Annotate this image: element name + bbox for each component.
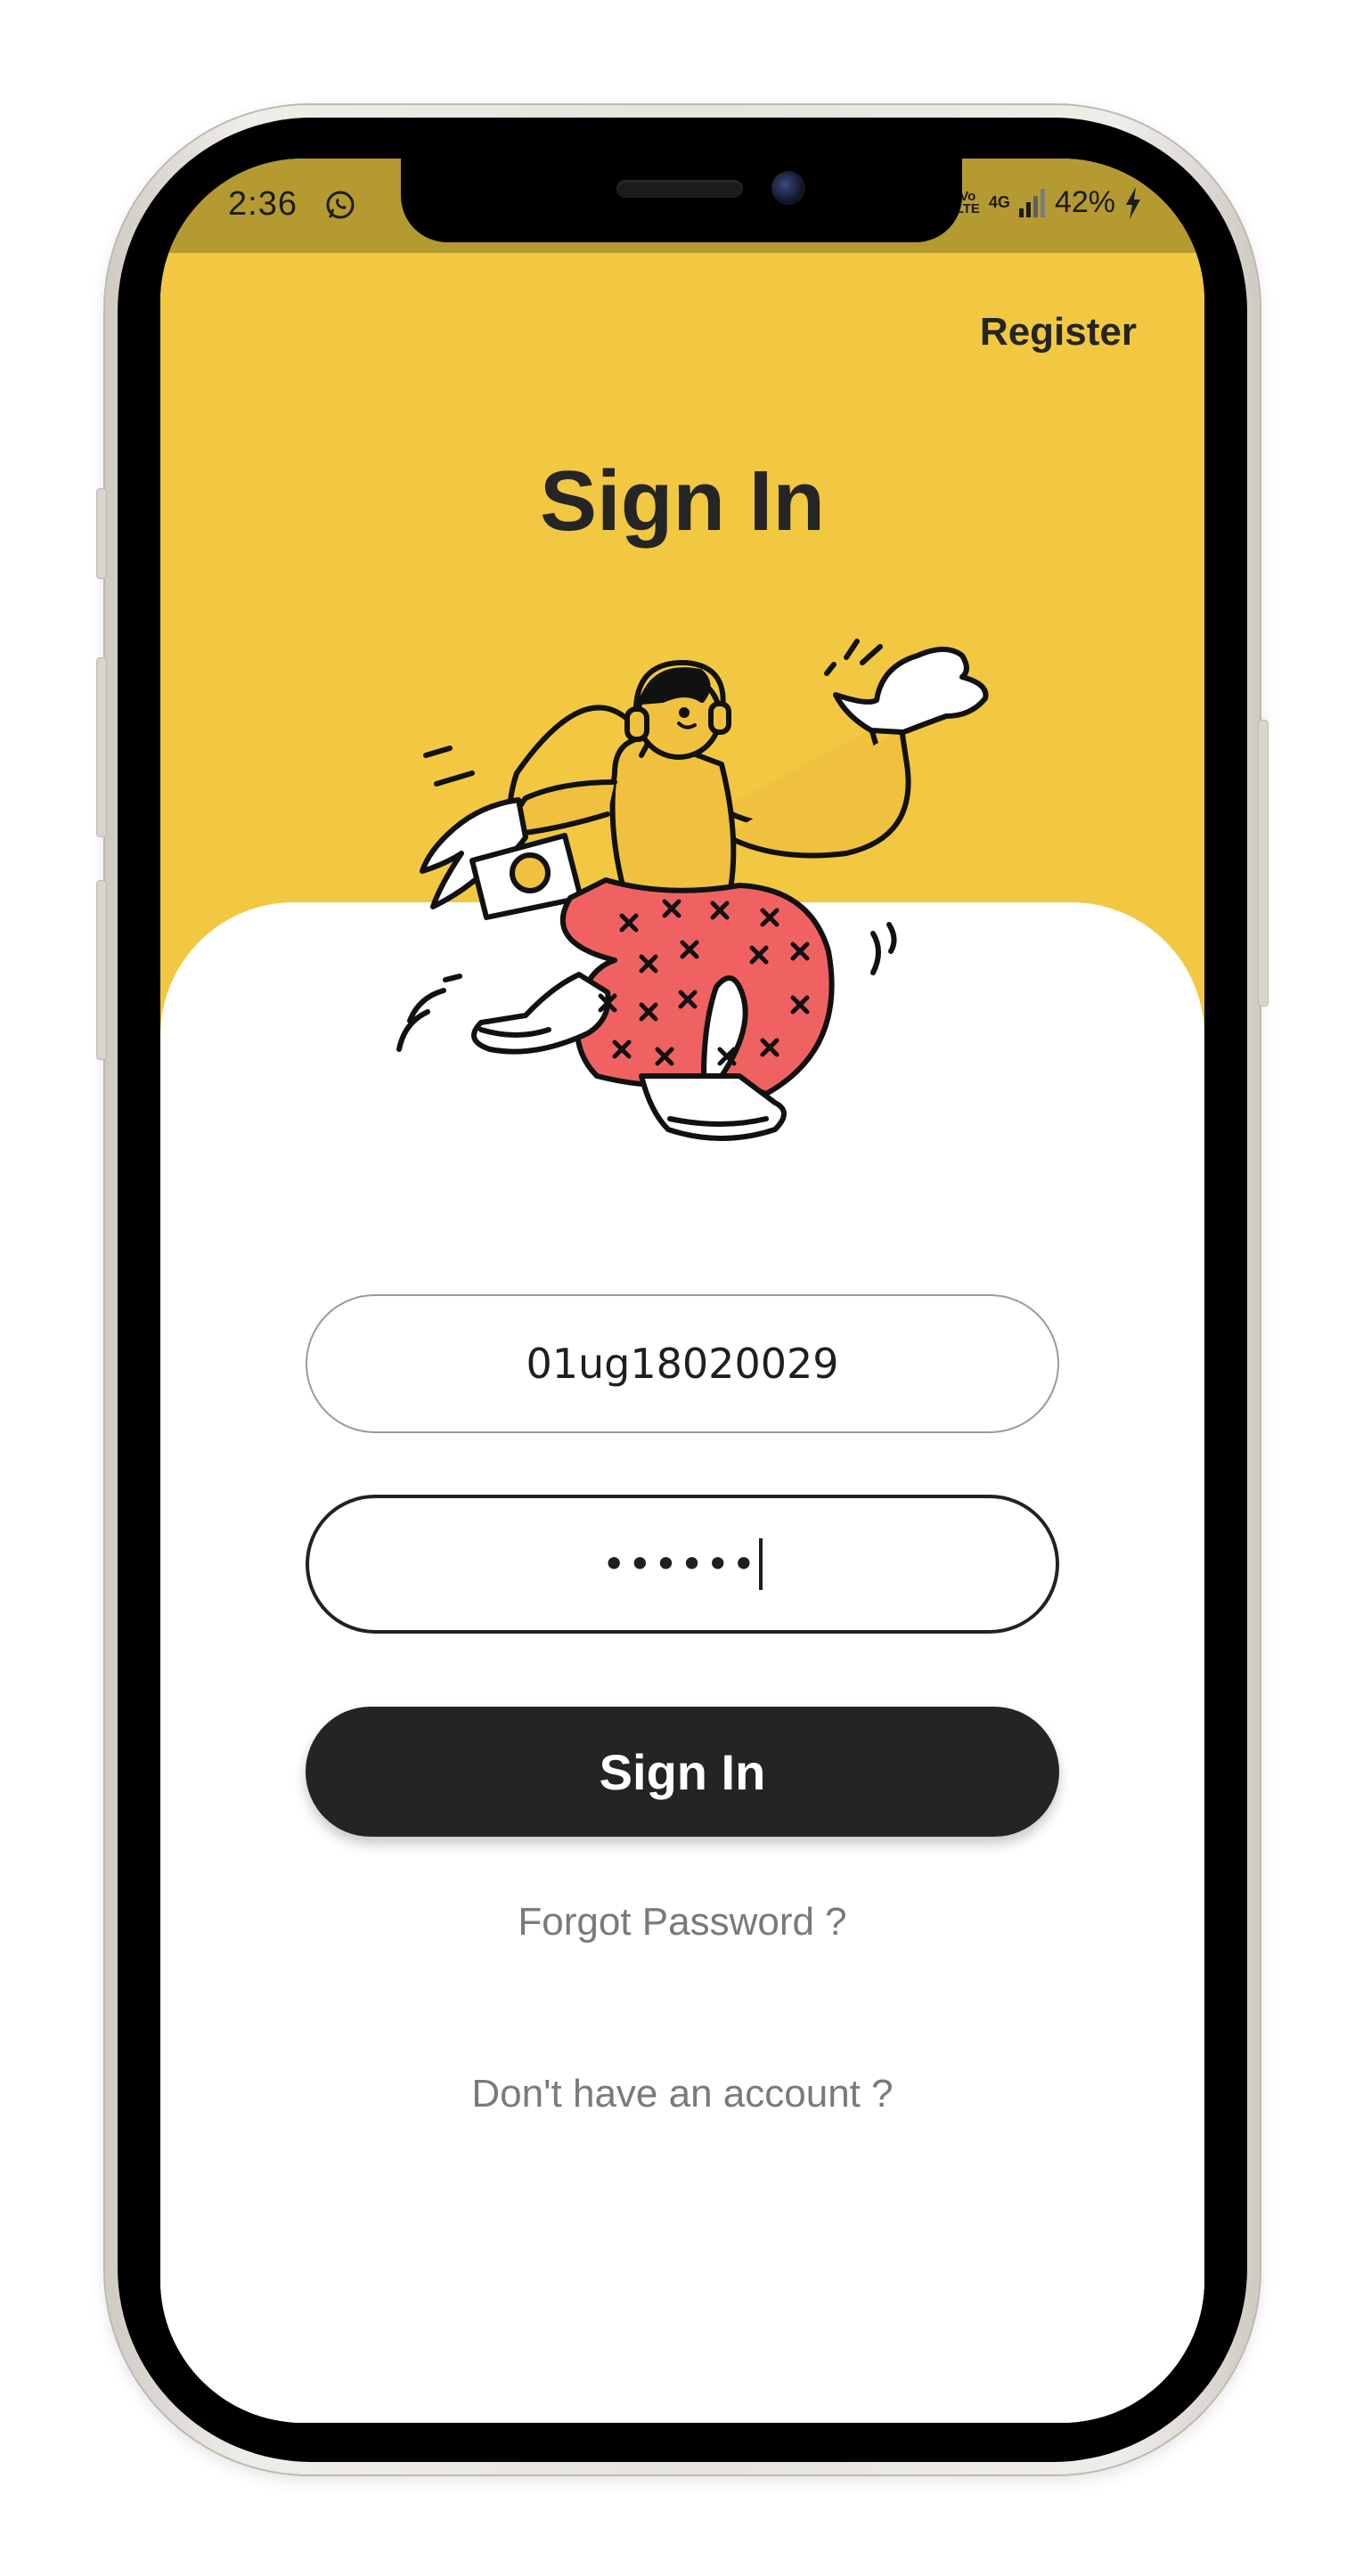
username-input[interactable]: 01ug18020029 bbox=[306, 1294, 1059, 1433]
volume-down-button bbox=[96, 880, 107, 1060]
username-value: 01ug18020029 bbox=[526, 1340, 839, 1388]
register-link[interactable]: Register bbox=[980, 310, 1137, 355]
whatsapp-icon bbox=[326, 191, 355, 219]
forgot-password-link[interactable]: Forgot Password ? bbox=[160, 1900, 1204, 1944]
network-type: 4G bbox=[988, 193, 1010, 211]
status-icons: Vo LTE 4G 42% bbox=[956, 185, 1142, 220]
password-input[interactable]: •••••• bbox=[306, 1495, 1059, 1634]
battery-level: 42% bbox=[1054, 185, 1115, 219]
battery-charging-icon bbox=[1126, 186, 1140, 219]
power-button bbox=[1258, 720, 1269, 1007]
sign-in-button[interactable]: Sign In bbox=[306, 1707, 1059, 1837]
volume-up-button bbox=[96, 657, 107, 837]
status-time: 2:36 bbox=[228, 185, 298, 223]
password-value: •••••• bbox=[601, 1540, 758, 1588]
speaker-grille bbox=[616, 180, 743, 198]
notch bbox=[401, 159, 962, 242]
mute-switch bbox=[96, 488, 107, 579]
front-camera bbox=[771, 171, 805, 205]
screen: 2:36 Vo LTE 4G 42% Register Sign In 01ug… bbox=[160, 159, 1204, 2423]
page-title: Sign In bbox=[540, 453, 825, 549]
signal-icon bbox=[1018, 188, 1045, 217]
text-caret bbox=[759, 1538, 763, 1590]
dancing-person-illustration bbox=[396, 639, 989, 1141]
no-account-link[interactable]: Don't have an account ? bbox=[160, 2072, 1204, 2116]
